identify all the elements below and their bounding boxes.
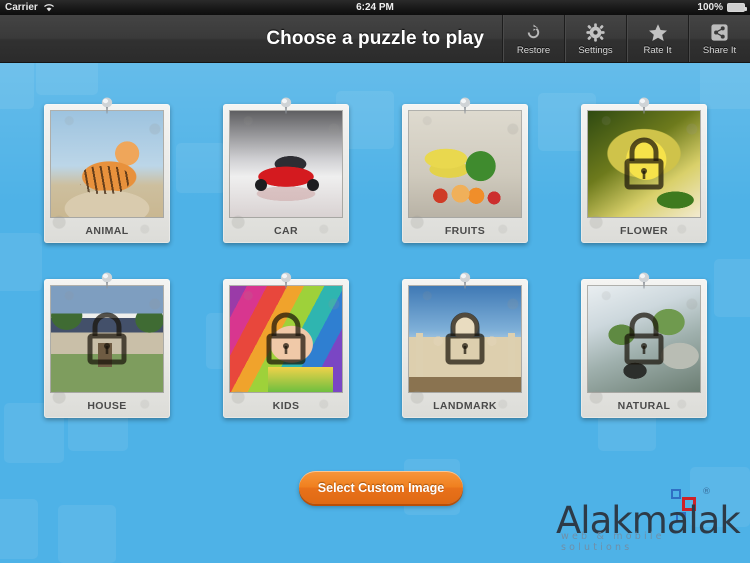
pushpin-icon [280,272,293,289]
pushpin-icon [638,97,651,114]
battery-full-icon [727,3,747,12]
baby-in-blanket-photo [230,286,342,392]
thumbnail-art [230,111,342,217]
puzzle-card-label: CAR [274,225,298,237]
pushpin-icon [638,272,651,289]
share-icon [710,23,729,43]
sunflower-photo [588,111,700,217]
restore-button-label: Restore [516,44,551,56]
background-puzzle-piece [36,63,98,95]
status-bar-right: 100% [697,2,747,13]
background-puzzle-piece [176,143,226,193]
puzzle-card-car[interactable]: CAR [223,97,349,243]
settings-button-label: Settings [578,44,613,56]
puzzle-card-landmark[interactable]: LANDMARK [402,272,528,418]
settings-button[interactable]: Settings [564,15,626,63]
status-bar-time: 6:24 PM [356,2,394,13]
rate-it-button-label: Rate It [643,44,672,56]
battery-percent-label: 100% [697,2,723,13]
logo-tagline: web & mobile solutions [561,531,665,553]
select-custom-image-button[interactable]: Select Custom Image [299,471,463,504]
thumbnail-art [51,111,163,217]
puzzle-card-natural[interactable]: NATURAL [581,272,707,418]
puzzle-card-label: FRUITS [444,225,486,237]
lock-icon [439,310,491,368]
page-title: Choose a puzzle to play [266,28,484,49]
logo-square-blue-top [671,489,681,499]
share-it-button[interactable]: Share It [688,15,750,63]
taj-mahal-photo [409,286,521,392]
star-icon [648,23,668,43]
thumbnail-art [409,111,521,217]
select-custom-image-label: Select Custom Image [317,480,445,495]
pushpin-icon [101,97,114,114]
puzzle-card-label: LANDMARK [433,400,497,412]
navbar-title-area: Choose a puzzle to play [0,15,502,63]
puzzle-card-label: KIDS [272,400,300,412]
lock-icon [618,135,670,193]
waterfall-rocks-photo [588,286,700,392]
background-puzzle-piece [58,505,116,563]
background-puzzle-piece [0,63,34,109]
pushpin-icon [459,97,472,114]
puzzle-app-screen: Carrier 6:24 PM 100% Choose a puzzle to … [0,0,750,563]
pushpin-icon [101,272,114,289]
tiger-photo [51,111,163,217]
puzzle-card-label: NATURAL [617,400,671,412]
background-puzzle-piece [0,499,38,559]
fruits-and-vegetables-photo [409,111,521,217]
gear-icon [586,23,605,43]
puzzle-card-animal[interactable]: ANIMAL [44,97,170,243]
background-puzzle-piece [0,233,42,291]
pushpin-icon [459,272,472,289]
navbar-actions: Restore Settings Rate It Share It [502,15,750,63]
restore-button[interactable]: Restore [502,15,564,63]
rate-it-button[interactable]: Rate It [626,15,688,63]
pushpin-icon [280,97,293,114]
restore-circular-arrow-icon [524,23,543,43]
puzzle-card-label: FLOWER [620,225,668,237]
puzzle-card-label: HOUSE [87,400,127,412]
lock-icon [81,310,133,368]
alakmalak-logo: ® Alakmalak web & mobile solutions [556,485,742,555]
background-puzzle-piece [714,259,750,317]
puzzle-card-fruits[interactable]: FRUITS [402,97,528,243]
puzzle-card-house[interactable]: HOUSE [44,272,170,418]
lock-icon [618,310,670,368]
share-it-button-label: Share It [702,44,737,56]
puzzle-card-label: ANIMAL [85,225,129,237]
suburban-house-photo [51,286,163,392]
background-puzzle-piece [700,63,750,109]
navigation-bar: Choose a puzzle to play Restore Settings… [0,15,750,63]
puzzle-card-kids[interactable]: KIDS [223,272,349,418]
registered-trademark-symbol: ® [702,487,711,497]
status-bar: Carrier 6:24 PM 100% [0,0,750,15]
red-sports-car-photo [230,111,342,217]
lock-icon [260,310,312,368]
puzzle-card-flower[interactable]: FLOWER [581,97,707,243]
